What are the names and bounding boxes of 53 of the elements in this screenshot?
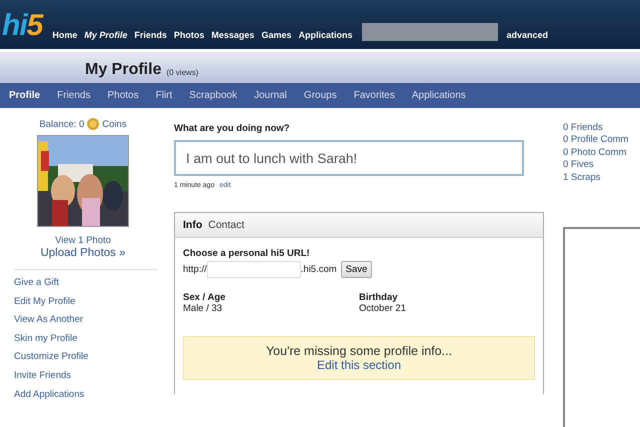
nav-link[interactable]: Friends	[134, 29, 167, 41]
nav-link[interactable]: Photos	[174, 29, 204, 41]
view-count: (0 views)	[166, 68, 198, 77]
status-field[interactable]: I am out to lunch with Sarah!	[174, 140, 524, 176]
sidebar-link[interactable]: Add Applications	[14, 388, 158, 402]
sidebar-link[interactable]: Give a Gift	[14, 276, 158, 290]
coins-label: Coins	[102, 118, 127, 130]
nav-link[interactable]: Applications	[298, 29, 352, 41]
profile-tab[interactable]: Scrapbook	[189, 90, 238, 101]
sidebar-link[interactable]: View As Another	[14, 313, 158, 327]
edit-section-link[interactable]: Edit this section	[316, 358, 402, 372]
stat-link[interactable]: 1 Scraps	[563, 172, 640, 184]
stat-link[interactable]: 0 Profile Comm	[563, 134, 640, 147]
panel-tab[interactable]: Contact	[208, 219, 244, 231]
sidebar-link[interactable]: Customize Profile	[14, 350, 158, 364]
stat-link[interactable]: 0 Friends	[563, 122, 640, 134]
nav-link[interactable]: Messages	[211, 29, 254, 41]
profile-tab[interactable]: Flirt	[156, 90, 172, 101]
url-suffix: .hi5.com	[300, 264, 337, 275]
search-field[interactable]	[362, 23, 498, 41]
page-title: My Profile	[85, 61, 162, 79]
profile-tab[interactable]: Journal	[254, 90, 287, 101]
stat-link[interactable]: 0 Photo Comm	[563, 146, 640, 160]
nav-link[interactable]: Games	[261, 29, 292, 41]
sidebar-link[interactable]: Skin my Profile	[14, 332, 158, 346]
profile-tab[interactable]: Groups	[304, 90, 337, 101]
url-prefix: http://	[183, 264, 207, 275]
field-value: Male / 33	[183, 303, 224, 314]
url-field[interactable]	[206, 261, 301, 278]
view-photos-link[interactable]: View 1 Photo	[55, 235, 111, 246]
coin-icon	[87, 118, 100, 130]
profile-tab[interactable]: Photos	[107, 90, 139, 101]
panel-tab[interactable]: Info	[183, 219, 202, 231]
url-heading: Choose a personal hi5 URL!	[183, 248, 311, 259]
notice-text: You're missing some profile info...	[266, 344, 452, 358]
field-label: Sex / Age	[183, 292, 226, 303]
field-value: October 21	[359, 303, 407, 314]
nav-link[interactable]: My Profile	[84, 29, 128, 41]
field-label: Birthday	[359, 292, 399, 303]
upload-photos-link[interactable]: Upload Photos »	[40, 247, 126, 259]
sidebar-link[interactable]: Invite Friends	[14, 368, 158, 383]
profile-tab[interactable]: Friends	[57, 90, 90, 101]
nav-link[interactable]: Home	[52, 29, 78, 41]
sidebar-link[interactable]: Edit My Profile	[14, 294, 158, 308]
profile-tab[interactable]: Applications	[412, 90, 466, 101]
logo[interactable]: hi5	[2, 11, 42, 41]
profile-tab[interactable]: Profile	[9, 90, 40, 101]
save-button[interactable]: Save	[340, 261, 372, 278]
profile-tab[interactable]: Favorites	[354, 90, 395, 101]
balance-label: Balance: 0	[39, 118, 84, 130]
advanced-search-link[interactable]: advanced	[506, 29, 548, 41]
stat-link[interactable]: 0 Fives	[563, 159, 640, 172]
status-question: What are you doing now?	[174, 123, 291, 134]
